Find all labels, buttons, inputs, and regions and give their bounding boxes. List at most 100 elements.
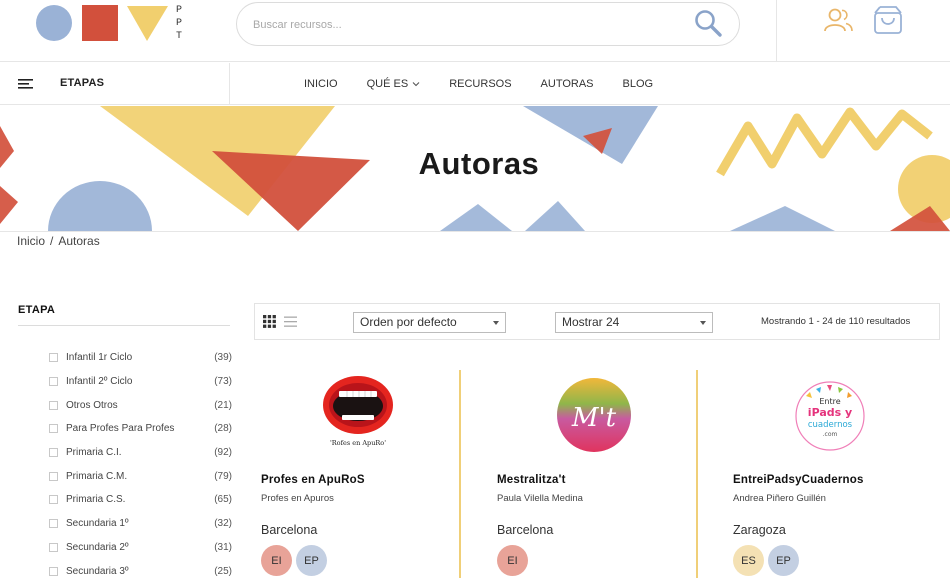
breadcrumb-current: Autoras bbox=[58, 234, 100, 248]
main-nav: ETAPAS INICIO QUÉ ES RECURSOS AUTORAS BL… bbox=[0, 63, 950, 105]
breadcrumb-home[interactable]: Inicio bbox=[17, 234, 45, 248]
shopping-bag-icon[interactable] bbox=[872, 5, 904, 35]
search-bar bbox=[236, 2, 740, 46]
author-name[interactable]: EntreiPadsyCuadernos bbox=[733, 474, 864, 486]
svg-text:iPads y: iPads y bbox=[807, 406, 851, 419]
filter-item[interactable]: Secundaria 1º (32) bbox=[49, 512, 232, 536]
nav-link-blog[interactable]: BLOG bbox=[623, 78, 654, 90]
filter-item-count: (79) bbox=[214, 470, 232, 482]
filter-item[interactable]: Para Profes Para Profes (28) bbox=[49, 417, 232, 441]
filter-item[interactable]: Otros Otros (21) bbox=[49, 393, 232, 417]
filter-item-count: (28) bbox=[214, 423, 232, 435]
nav-links: INICIO QUÉ ES RECURSOS AUTORAS BLOG bbox=[304, 63, 682, 105]
logo-letters: P P T bbox=[175, 5, 182, 42]
filter-title: ETAPA bbox=[18, 304, 56, 316]
filter-item-count: (39) bbox=[214, 352, 232, 364]
nav-link-que-es[interactable]: QUÉ ES bbox=[367, 78, 421, 90]
author-person: Profes en Apuros bbox=[261, 493, 334, 504]
author-card[interactable]: M't Mestralitza't Paula Vilella Medina B… bbox=[491, 370, 696, 578]
filter-checkbox[interactable] bbox=[49, 542, 58, 552]
filter-item[interactable]: Infantil 1r Ciclo (39) bbox=[49, 346, 232, 370]
filter-item-label: Infantil 1r Ciclo bbox=[66, 352, 133, 364]
filter-item-label: Primaria C.I. bbox=[66, 447, 122, 459]
author-logo[interactable]: M't bbox=[554, 378, 634, 458]
filter-checkbox[interactable] bbox=[49, 471, 58, 481]
filter-item-count: (32) bbox=[214, 518, 232, 530]
filter-item-count: (31) bbox=[214, 541, 232, 553]
per-page-select[interactable]: Mostrar 24 bbox=[555, 312, 713, 333]
per-page-value: Mostrar 24 bbox=[562, 315, 620, 329]
result-count: Mostrando 1 - 24 de 110 resultados bbox=[761, 316, 911, 327]
filter-item-label: Primaria C.S. bbox=[66, 494, 126, 506]
filter-checkbox[interactable] bbox=[49, 400, 58, 410]
nav-link-inicio[interactable]: INICIO bbox=[304, 78, 338, 90]
search-icon[interactable] bbox=[693, 8, 725, 40]
filter-item-label: Para Profes Para Profes bbox=[66, 423, 175, 435]
svg-text:'Rofes en ApuRo': 'Rofes en ApuRo' bbox=[330, 439, 386, 447]
filter-divider bbox=[18, 325, 230, 326]
filter-checkbox[interactable] bbox=[49, 495, 58, 505]
list-view-icon[interactable] bbox=[284, 316, 297, 328]
nav-link-label: INICIO bbox=[304, 78, 338, 90]
svg-text:Entre: Entre bbox=[819, 397, 840, 406]
filter-item-count: (21) bbox=[214, 399, 232, 411]
author-logo[interactable]: 'Rofes en ApuRo' bbox=[308, 372, 408, 452]
dropdown-arrow-icon bbox=[493, 321, 499, 325]
hero-divider bbox=[0, 231, 950, 232]
etapa-tags: ES EP bbox=[733, 545, 803, 576]
filter-item[interactable]: Primaria C.I. (92) bbox=[49, 441, 232, 465]
etapas-menu[interactable]: ETAPAS bbox=[0, 63, 230, 105]
author-logo[interactable]: Entre iPads y cuadernos .com bbox=[790, 378, 870, 458]
chevron-down-icon bbox=[412, 82, 420, 87]
breadcrumb-separator: / bbox=[50, 234, 54, 248]
grid-view-icon[interactable] bbox=[263, 315, 276, 328]
header-divider bbox=[776, 0, 777, 62]
filter-item[interactable]: Primaria C.S. (65) bbox=[49, 488, 232, 512]
filter-item[interactable]: Primaria C.M. (79) bbox=[49, 464, 232, 488]
author-card[interactable]: Entre iPads y cuadernos .com EntreiPadsy… bbox=[727, 370, 932, 578]
filter-checkbox[interactable] bbox=[49, 519, 58, 529]
author-person: Andrea Piñero Guillén bbox=[733, 493, 826, 504]
results-toolbar: Orden por defecto Mostrar 24 Mostrando 1… bbox=[254, 303, 940, 340]
filter-item-label: Secundaria 2º bbox=[66, 541, 129, 553]
filter-checkbox[interactable] bbox=[49, 377, 58, 387]
filter-item-label: Secundaria 1º bbox=[66, 518, 129, 530]
etapa-tag[interactable]: EI bbox=[261, 545, 292, 576]
svg-text:cuadernos: cuadernos bbox=[807, 420, 852, 430]
etapa-tag[interactable]: ES bbox=[733, 545, 764, 576]
sort-order-value: Orden por defecto bbox=[360, 315, 457, 329]
filter-item-label: Otros Otros bbox=[66, 399, 118, 411]
nav-link-autoras[interactable]: AUTORAS bbox=[541, 78, 594, 90]
filter-checkbox[interactable] bbox=[49, 448, 58, 458]
filter-checkbox[interactable] bbox=[49, 566, 58, 576]
etapa-tag[interactable]: EP bbox=[296, 545, 327, 576]
filter-item[interactable]: Secundaria 2º (31) bbox=[49, 536, 232, 560]
top-header: P P T bbox=[0, 0, 950, 62]
author-city: Zaragoza bbox=[733, 523, 786, 537]
filter-checkbox[interactable] bbox=[49, 353, 58, 363]
etapa-filter-list: Infantil 1r Ciclo (39) Infantil 2º Ciclo (… bbox=[49, 346, 232, 578]
nav-link-recursos[interactable]: RECURSOS bbox=[449, 78, 511, 90]
filter-item[interactable]: Infantil 2º Ciclo (73) bbox=[49, 370, 232, 394]
hamburger-icon[interactable] bbox=[18, 77, 34, 91]
author-card[interactable]: 'Rofes en ApuRo' Profes en ApuRoS Profes… bbox=[255, 370, 460, 578]
author-name[interactable]: Mestralitza't bbox=[497, 474, 566, 486]
filter-item-label: Primaria C.M. bbox=[66, 470, 128, 482]
user-icon[interactable] bbox=[823, 6, 853, 34]
etapa-tags: EI EP bbox=[261, 545, 331, 576]
sort-order-select[interactable]: Orden por defecto bbox=[353, 312, 506, 333]
nav-link-label: RECURSOS bbox=[449, 78, 512, 90]
etapa-tag[interactable]: EP bbox=[768, 545, 799, 576]
filter-item-count: (92) bbox=[214, 447, 232, 459]
svg-text:M't: M't bbox=[570, 403, 616, 433]
nav-link-label: AUTORAS bbox=[540, 78, 594, 90]
filter-checkbox[interactable] bbox=[49, 424, 58, 434]
card-divider bbox=[696, 370, 698, 578]
site-logo[interactable] bbox=[36, 5, 186, 45]
filter-item[interactable]: Secundaria 3º (25) bbox=[49, 559, 232, 578]
author-city: Barcelona bbox=[497, 523, 554, 537]
author-name[interactable]: Profes en ApuRoS bbox=[261, 474, 365, 486]
search-input[interactable] bbox=[253, 15, 673, 35]
author-city: Barcelona bbox=[261, 523, 318, 537]
etapa-tag[interactable]: EI bbox=[497, 545, 528, 576]
